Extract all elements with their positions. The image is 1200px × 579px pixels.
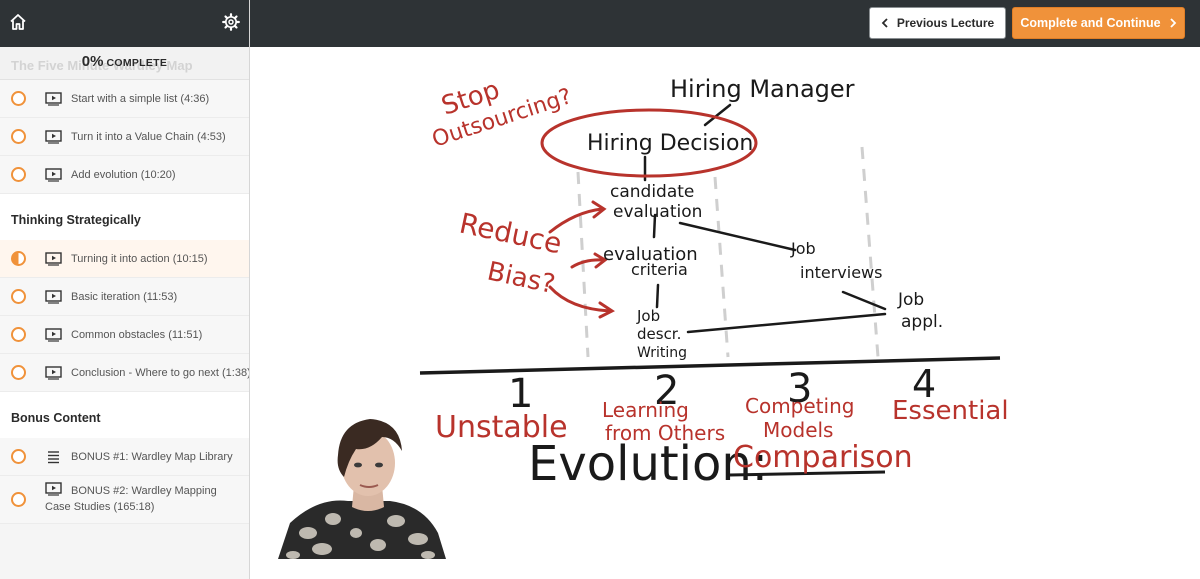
video-icon [45,251,62,266]
lecture-item[interactable]: Add evolution (10:20) [0,156,249,194]
reduce-text: Reduce [457,207,565,261]
lecture-item[interactable]: Start with a simple list (4:36) [0,80,249,118]
completion-circle-icon[interactable] [11,129,26,144]
bias-text: Bias? [485,257,558,301]
completion-circle-icon[interactable] [11,365,26,380]
candidate-text: candidate [610,182,694,202]
completion-circle-icon[interactable] [11,91,26,106]
lecture-video[interactable]: Hiring Manager Hiring Decision candidate… [250,47,1200,579]
completion-circle-icon[interactable] [11,289,26,304]
stage-2-name-1: Learning [602,398,689,422]
completion-circle-icon[interactable] [11,449,26,464]
comparison-text: Comparison [733,440,913,475]
stage-2-name-2: from Others [605,421,725,445]
video-icon [45,91,62,106]
stage-3-name-2: Models [763,418,833,442]
lecture-item[interactable]: BONUS #1: Wardley Map Library [0,438,249,476]
section-title: Bonus Content [0,392,249,438]
presenter-video-overlay [278,419,446,559]
section-title: Thinking Strategically [0,194,249,240]
home-icon[interactable] [9,13,27,31]
lecture-title: Turn it into a Value Chain (4:53) [71,130,226,143]
hiring-decision-text: Hiring Decision [587,131,753,156]
lecture-title: Common obstacles (11:51) [71,328,203,341]
previous-lecture-label: Previous Lecture [896,16,995,30]
video-icon [45,289,62,304]
job-description-text-3: Writing [637,345,687,361]
lecture-title: Conclusion - Where to go next (1:38) [71,366,250,379]
chevron-left-icon [881,18,888,28]
lecture-title: Add evolution (10:20) [71,168,176,181]
stage-4-name: Essential [892,396,1009,426]
stage-3-name-1: Competing [745,394,854,418]
job-description-text-1: Job [636,307,660,325]
chevron-right-icon [1170,18,1176,28]
progress-text: 0% COMPLETE [0,53,249,71]
evaluation-text: evaluation [613,202,702,222]
lecture-item[interactable]: Turn it into a Value Chain (4:53) [0,118,249,156]
lecture-item[interactable]: BONUS #2: Wardley Mapping Case Studies (… [0,476,249,524]
completion-circle-icon[interactable] [11,327,26,342]
lecture-item[interactable]: Basic iteration (11:53) [0,278,249,316]
job-appl-text-1: Job [897,290,924,310]
video-icon [45,167,62,182]
lecture-title: Start with a simple list (4:36) [71,92,210,105]
sidebar-header [0,0,249,47]
video-icon [45,129,62,144]
lecture-title: Basic iteration (11:53) [71,290,178,303]
completion-circle-icon[interactable] [11,167,26,182]
complete-and-continue-button[interactable]: Complete and Continue [1012,7,1185,39]
gear-icon[interactable] [222,13,240,31]
evaluation-criteria-text-2: criteria [631,260,688,279]
stage-1-name: Unstable [435,410,568,445]
lecture-item[interactable]: Common obstacles (11:51) [0,316,249,354]
complete-and-continue-label: Complete and Continue [1020,16,1161,30]
video-icon [45,327,62,342]
hiring-manager-text: Hiring Manager [670,75,855,103]
progress-indicator: The Five Minute Wardley Map 0% COMPLETE [0,47,249,80]
progress-percent: 0% [81,53,104,70]
lecture-item-current[interactable]: Turning it into action (10:15) [0,240,249,278]
completion-circle-icon[interactable] [11,492,26,507]
lecture-title: BONUS #1: Wardley Map Library [71,450,233,463]
job-interviews-text-1: Job [790,239,816,258]
lecture-item[interactable]: Conclusion - Where to go next (1:38) [0,354,249,392]
course-sidebar: The Five Minute Wardley Map 0% COMPLETE S… [0,0,250,579]
lecture-topbar: Previous Lecture Complete and Continue [250,0,1200,47]
in-progress-circle-icon[interactable] [11,251,26,266]
text-lines-icon [48,450,59,463]
lecture-title: BONUS #2: Wardley Mapping Case Studies (… [45,485,217,513]
progress-label: COMPLETE [106,57,168,69]
previous-lecture-button[interactable]: Previous Lecture [869,7,1006,39]
lecture-title: Turning it into action (10:15) [71,252,208,265]
job-interviews-text-2: interviews [800,263,882,282]
video-icon [45,365,62,380]
job-appl-text-2: appl. [901,312,943,332]
job-description-text-2: descr. [637,325,681,343]
